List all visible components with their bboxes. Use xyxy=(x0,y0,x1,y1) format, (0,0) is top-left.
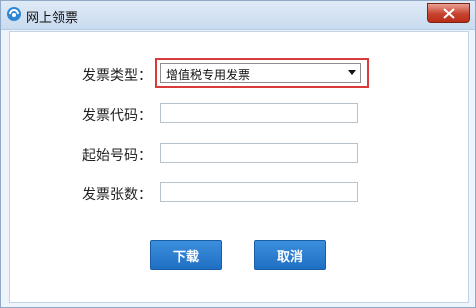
invoice-count-label: 发票张数： xyxy=(82,187,152,203)
invoice-type-value: 增值税专用发票 xyxy=(166,68,251,82)
form-panel: 发票类型： 增值税专用发票 发票代码： 起始号码： 发票张数： 下载 取消 xyxy=(9,31,469,303)
invoice-type-select[interactable]: 增值税专用发票 xyxy=(160,63,361,83)
start-number-input[interactable] xyxy=(160,143,358,163)
cancel-button[interactable]: 取消 xyxy=(254,240,326,270)
invoice-code-label: 发票代码： xyxy=(82,108,152,124)
invoice-code-input[interactable] xyxy=(160,103,358,123)
close-button[interactable] xyxy=(427,3,470,23)
download-button[interactable]: 下载 xyxy=(150,240,222,270)
app-logo-icon xyxy=(7,7,21,21)
invoice-type-label: 发票类型： xyxy=(82,68,152,84)
invoice-count-input[interactable] xyxy=(160,182,358,202)
start-number-label: 起始号码： xyxy=(82,148,152,164)
window-title: 网上领票 xyxy=(26,11,79,26)
chevron-down-icon[interactable] xyxy=(348,70,356,75)
dialog-window: 网上领票 发票类型： 增值税专用发票 发票代码： 起始号码： 发票张数： 下载 … xyxy=(0,0,476,308)
title-bar[interactable]: 网上领票 xyxy=(1,1,475,30)
close-icon xyxy=(443,8,455,19)
